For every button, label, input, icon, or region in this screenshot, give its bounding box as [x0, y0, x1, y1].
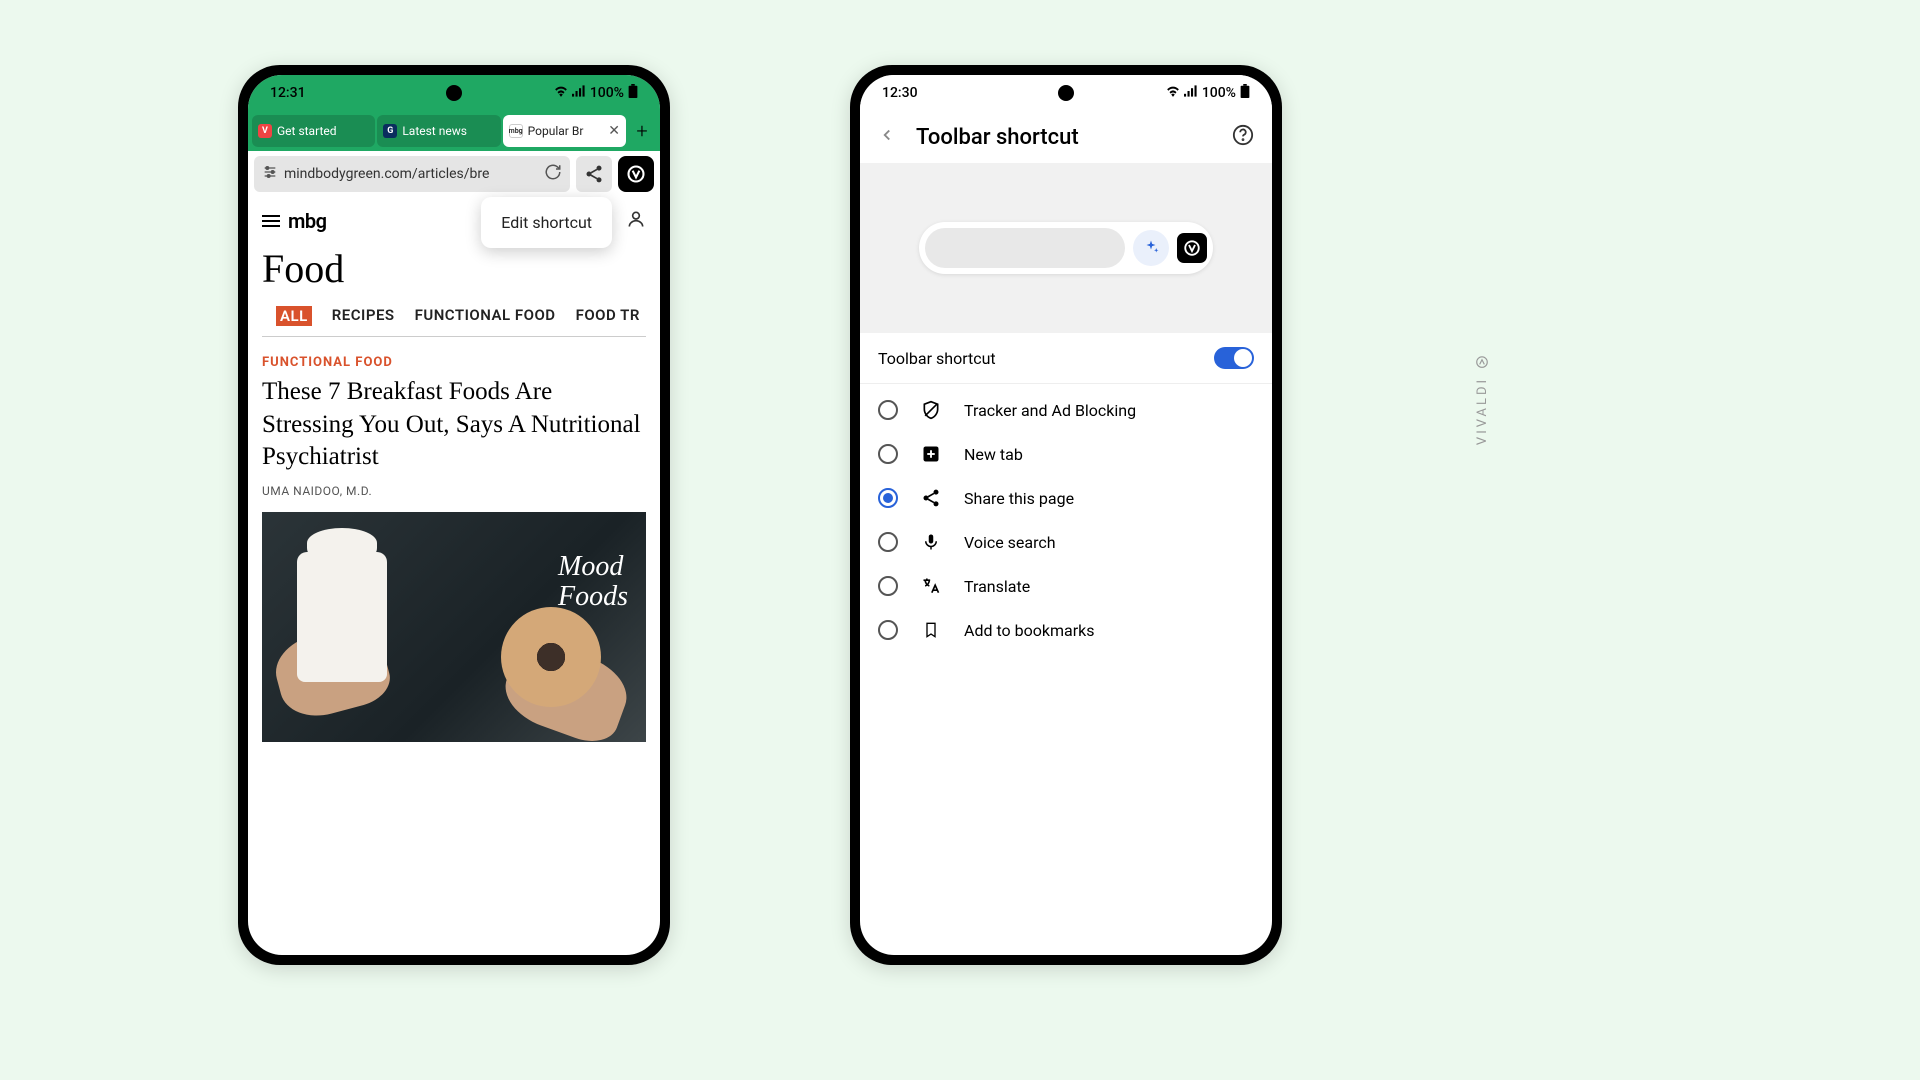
- option-label: New tab: [964, 445, 1023, 464]
- radio-button[interactable]: [878, 444, 898, 464]
- vivaldi-menu-button[interactable]: [618, 156, 654, 192]
- reload-icon[interactable]: [544, 163, 562, 185]
- hamburger-icon[interactable]: [262, 209, 280, 233]
- vivaldi-watermark: VIVALDI: [1475, 355, 1490, 445]
- status-time: 12:30: [882, 85, 918, 101]
- close-tab-icon[interactable]: ✕: [608, 123, 620, 139]
- edit-shortcut-popup[interactable]: Edit shortcut: [481, 197, 612, 248]
- site-logo[interactable]: mbg: [288, 209, 327, 233]
- popup-label: Edit shortcut: [501, 213, 592, 232]
- preview-address-input: [925, 228, 1125, 268]
- shortcut-options: Tracker and Ad Blocking New tab Share th…: [860, 384, 1272, 656]
- tab-label: Get started: [277, 124, 337, 138]
- radio-button[interactable]: [878, 576, 898, 596]
- wifi-icon: [1166, 85, 1180, 101]
- option-label: Translate: [964, 577, 1030, 596]
- translate-icon: [920, 576, 942, 596]
- tab-popular-active[interactable]: mbg Popular Br ✕: [503, 115, 626, 147]
- profile-icon[interactable]: [626, 209, 646, 233]
- sparkle-icon: [1133, 230, 1169, 266]
- battery-icon: [1240, 84, 1250, 102]
- tab-label: Popular Br: [528, 124, 584, 138]
- phone-right: 12:30 100% Tool: [850, 65, 1282, 965]
- article-image[interactable]: Mood Foods: [262, 512, 646, 742]
- microphone-icon: [920, 532, 942, 552]
- option-share-page[interactable]: Share this page: [860, 476, 1272, 520]
- tab-get-started[interactable]: V Get started: [252, 115, 375, 147]
- tab-latest-news[interactable]: G Latest news: [377, 115, 500, 147]
- option-new-tab[interactable]: New tab: [860, 432, 1272, 476]
- category-recipes[interactable]: RECIPES: [332, 306, 395, 326]
- toggle-label: Toolbar shortcut: [878, 349, 996, 368]
- category-functional[interactable]: FUNCTIONAL FOOD: [415, 306, 556, 326]
- new-tab-button[interactable]: +: [628, 117, 656, 145]
- option-label: Tracker and Ad Blocking: [964, 401, 1136, 420]
- status-time: 12:31: [270, 85, 306, 101]
- shield-icon: [920, 400, 942, 420]
- option-voice-search[interactable]: Voice search: [860, 520, 1272, 564]
- bookmark-icon: [920, 620, 942, 640]
- settings-title: Toolbar shortcut: [916, 125, 1212, 150]
- toolbar-preview: [860, 163, 1272, 333]
- address-input[interactable]: mindbodygreen.com/articles/bre: [254, 156, 570, 192]
- radio-button[interactable]: [878, 400, 898, 420]
- option-label: Voice search: [964, 533, 1056, 552]
- battery-text: 100%: [590, 85, 624, 101]
- back-icon[interactable]: [878, 126, 896, 148]
- site-settings-icon[interactable]: [262, 165, 278, 183]
- signal-icon: [1184, 85, 1198, 101]
- battery-icon: [628, 84, 638, 102]
- url-text: mindbodygreen.com/articles/bre: [284, 166, 538, 182]
- category-all[interactable]: ALL: [276, 306, 312, 326]
- tab-label: Latest news: [402, 124, 467, 138]
- radio-button-selected[interactable]: [878, 488, 898, 508]
- share-icon: [920, 488, 942, 508]
- battery-text: 100%: [1202, 85, 1236, 101]
- option-tracker-blocking[interactable]: Tracker and Ad Blocking: [860, 388, 1272, 432]
- toolbar-shortcut-toggle-row: Toolbar shortcut: [860, 333, 1272, 384]
- option-translate[interactable]: Translate: [860, 564, 1272, 608]
- tab-strip: V Get started G Latest news mbg Popular …: [248, 111, 660, 151]
- camera-notch: [446, 85, 462, 101]
- share-button[interactable]: [576, 156, 612, 192]
- category-foodtr[interactable]: FOOD TR: [576, 306, 640, 326]
- category-tabs: ALL RECIPES FUNCTIONAL FOOD FOOD TR: [262, 298, 646, 337]
- phone-left: 12:31 100% V Get starte: [238, 65, 670, 965]
- option-label: Add to bookmarks: [964, 621, 1095, 640]
- vivaldi-favicon: V: [258, 124, 272, 138]
- toggle-switch[interactable]: [1214, 347, 1254, 369]
- settings-header: Toolbar shortcut: [860, 111, 1272, 163]
- article-kicker[interactable]: FUNCTIONAL FOOD: [248, 337, 660, 376]
- wifi-icon: [554, 85, 568, 101]
- option-label: Share this page: [964, 489, 1074, 508]
- help-icon[interactable]: [1232, 124, 1254, 150]
- guardian-favicon: G: [383, 124, 397, 138]
- radio-button[interactable]: [878, 532, 898, 552]
- image-overlay-text: Foods: [558, 582, 628, 613]
- image-overlay-text: Mood: [558, 552, 628, 583]
- article-byline[interactable]: UMA NAIDOO, M.D.: [248, 484, 660, 512]
- vivaldi-icon: [1177, 233, 1207, 263]
- radio-button[interactable]: [878, 620, 898, 640]
- article-headline[interactable]: These 7 Breakfast Foods Are Stressing Yo…: [248, 376, 660, 484]
- plus-square-icon: [920, 445, 942, 463]
- mbg-favicon: mbg: [509, 124, 523, 138]
- option-add-bookmark[interactable]: Add to bookmarks: [860, 608, 1272, 652]
- camera-notch: [1058, 85, 1074, 101]
- signal-icon: [572, 85, 586, 101]
- url-bar: mindbodygreen.com/articles/bre: [248, 151, 660, 197]
